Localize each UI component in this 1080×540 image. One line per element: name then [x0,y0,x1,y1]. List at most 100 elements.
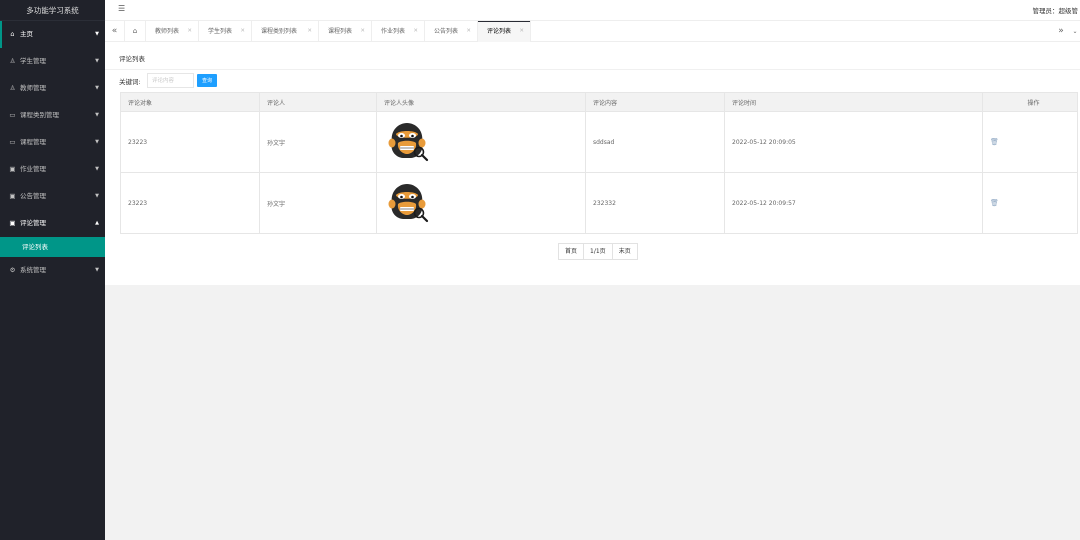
sidebar-item-label: 主页 [20,30,33,38]
tab-label: 课程列表 [328,28,353,35]
sidebar-item-teachers[interactable]: ♙ 教师管理 ▼ [0,75,105,102]
column-header: 评论人 [259,92,377,112]
folder-icon: ▭ [9,138,16,146]
close-icon[interactable]: ✕ [360,21,365,42]
search-label: 关键词: [119,78,141,86]
table-header-row: 评论对象 评论人 评论人头像 评论内容 评论时间 操作 [120,92,1078,112]
cell-avatar [376,172,586,234]
tab-label: 学生列表 [208,28,233,35]
cell-actions: 🗑 [982,172,1078,234]
search-button[interactable]: 查询 [197,74,217,87]
first-page-button[interactable]: 首页 [559,244,585,259]
main-card: 评论列表 关键词: 查询 评论对象 评论人 评论人头像 评论内容 评论时间 操作… [105,42,1080,285]
chevron-down-icon: ▼ [95,139,99,145]
chevron-down-icon: ▼ [95,112,99,118]
table-row: 23223 孙文宇 [120,111,1078,173]
sidebar-item-label: 系统管理 [20,266,46,274]
close-icon[interactable]: ✕ [307,21,312,42]
close-icon[interactable]: ✕ [187,21,192,42]
close-icon[interactable]: ✕ [519,21,524,42]
chevron-down-icon: ▼ [95,31,99,37]
sidebar-item-label: 课程管理 [20,138,46,146]
top-header: ☰ 管理员：超级管 [105,0,1080,21]
close-icon[interactable]: ✕ [413,21,418,42]
tab-label: 作业列表 [381,28,406,35]
tab-label: 教师列表 [155,28,180,35]
sidebar-item-label: 学生管理 [20,57,46,65]
menu-toggle-icon[interactable]: ☰ [118,4,125,13]
sidebar-item-label: 作业管理 [20,165,46,173]
tab-comment-list[interactable]: 评论列表 ✕ [478,21,531,42]
cell-target: 23223 [120,111,260,173]
cell-time: 2022-05-12 20:09:05 [724,111,983,173]
sidebar-item-home[interactable]: ⌂ 主页 ▼ [0,21,105,48]
cell-content: 232332 [585,172,725,234]
last-page-button[interactable]: 末页 [613,244,637,259]
calendar-icon: ▣ [9,219,16,227]
sidebar-item-courses[interactable]: ▭ 课程管理 ▼ [0,129,105,156]
close-icon[interactable]: ✕ [240,21,245,42]
tab-announcement-list[interactable]: 公告列表 ✕ [425,21,478,42]
home-icon: ⌂ [10,30,15,38]
folder-icon: ▭ [9,111,16,119]
sidebar-item-label: 课程类别管理 [20,111,59,119]
scroll-right-icon[interactable]: » [1054,21,1068,42]
table-row: 23223 孙文宇 [120,172,1078,234]
cell-content: sddsad [585,111,725,173]
cell-avatar [376,111,586,173]
column-header: 评论时间 [724,92,983,112]
trash-icon[interactable]: 🗑 [990,199,999,207]
chevron-down-icon: ▼ [95,267,99,273]
close-icon[interactable]: ✕ [466,21,471,42]
tab-course-list[interactable]: 课程列表 ✕ [319,21,372,42]
calendar-icon: ▣ [9,165,16,173]
sidebar-item-label: 公告管理 [20,192,46,200]
user-icon: ♙ [9,57,16,65]
gear-icon: ⚙ [9,266,16,274]
comment-table: 评论对象 评论人 评论人头像 评论内容 评论时间 操作 23223 孙文宇 sd… [120,92,1078,234]
sidebar-item-course-categories[interactable]: ▭ 课程类别管理 ▼ [0,102,105,129]
tab-homework-list[interactable]: 作业列表 ✕ [372,21,425,42]
cell-user: 孙文宇 [259,111,377,173]
tab-label: 评论列表 [487,28,512,35]
divider [105,69,1080,70]
user-icon: ♙ [9,84,16,92]
sidebar-item-system[interactable]: ⚙ 系统管理 ▼ [0,257,105,284]
gorilla-avatar-image [388,184,429,223]
tab-teacher-list[interactable]: 教师列表 ✕ [146,21,199,42]
sidebar: 多功能学习系统 ⌂ 主页 ▼ ♙ 学生管理 ▼ ♙ 教师管理 ▼ ▭ 课程类别管理 ▼ … [0,0,105,540]
calendar-icon: ▣ [9,192,16,200]
scroll-left-icon[interactable]: « [105,21,125,42]
user-label[interactable]: 管理员：超级管 [1033,5,1079,15]
cell-target: 23223 [120,172,260,234]
page-title: 评论列表 [119,55,145,63]
column-header: 操作 [982,92,1078,112]
column-header: 评论人头像 [376,92,586,112]
tab-list: 教师列表 ✕ 学生列表 ✕ 课程类别列表 ✕ 课程列表 ✕ 作业列表 ✕ 公告列表 ✕ 评论… [146,21,531,42]
chevron-down-icon: ▼ [95,85,99,91]
sidebar-item-students[interactable]: ♙ 学生管理 ▼ [0,48,105,75]
home-tab-icon[interactable]: ⌂ [125,21,146,42]
tab-course-category-list[interactable]: 课程类别列表 ✕ [252,21,319,42]
page-indicator: 1/1页 [584,244,613,259]
tab-label: 课程类别列表 [261,28,298,35]
sidebar-subitem-comment-list[interactable]: 评论列表 [0,237,105,257]
tab-label: 公告列表 [434,28,459,35]
chevron-down-icon: ▼ [95,166,99,172]
sidebar-item-announcements[interactable]: ▣ 公告管理 ▼ [0,183,105,210]
search-input[interactable] [147,73,194,88]
cell-user: 孙文宇 [259,172,377,234]
sidebar-item-label: 教师管理 [20,84,46,92]
tab-student-list[interactable]: 学生列表 ✕ [199,21,252,42]
pagination: 首页 1/1页 末页 [558,243,638,260]
sidebar-item-label: 评论管理 [20,219,46,227]
chevron-down-icon[interactable]: ⌄ [1070,21,1080,42]
chevron-down-icon: ▼ [95,58,99,64]
cell-time: 2022-05-12 20:09:57 [724,172,983,234]
chevron-down-icon: ▼ [95,193,99,199]
sidebar-item-comments[interactable]: ▣ 评论管理 ▲ [0,210,105,237]
gorilla-avatar-image [388,123,429,162]
trash-icon[interactable]: 🗑 [990,138,999,146]
column-header: 评论对象 [120,92,260,112]
sidebar-item-homework[interactable]: ▣ 作业管理 ▼ [0,156,105,183]
